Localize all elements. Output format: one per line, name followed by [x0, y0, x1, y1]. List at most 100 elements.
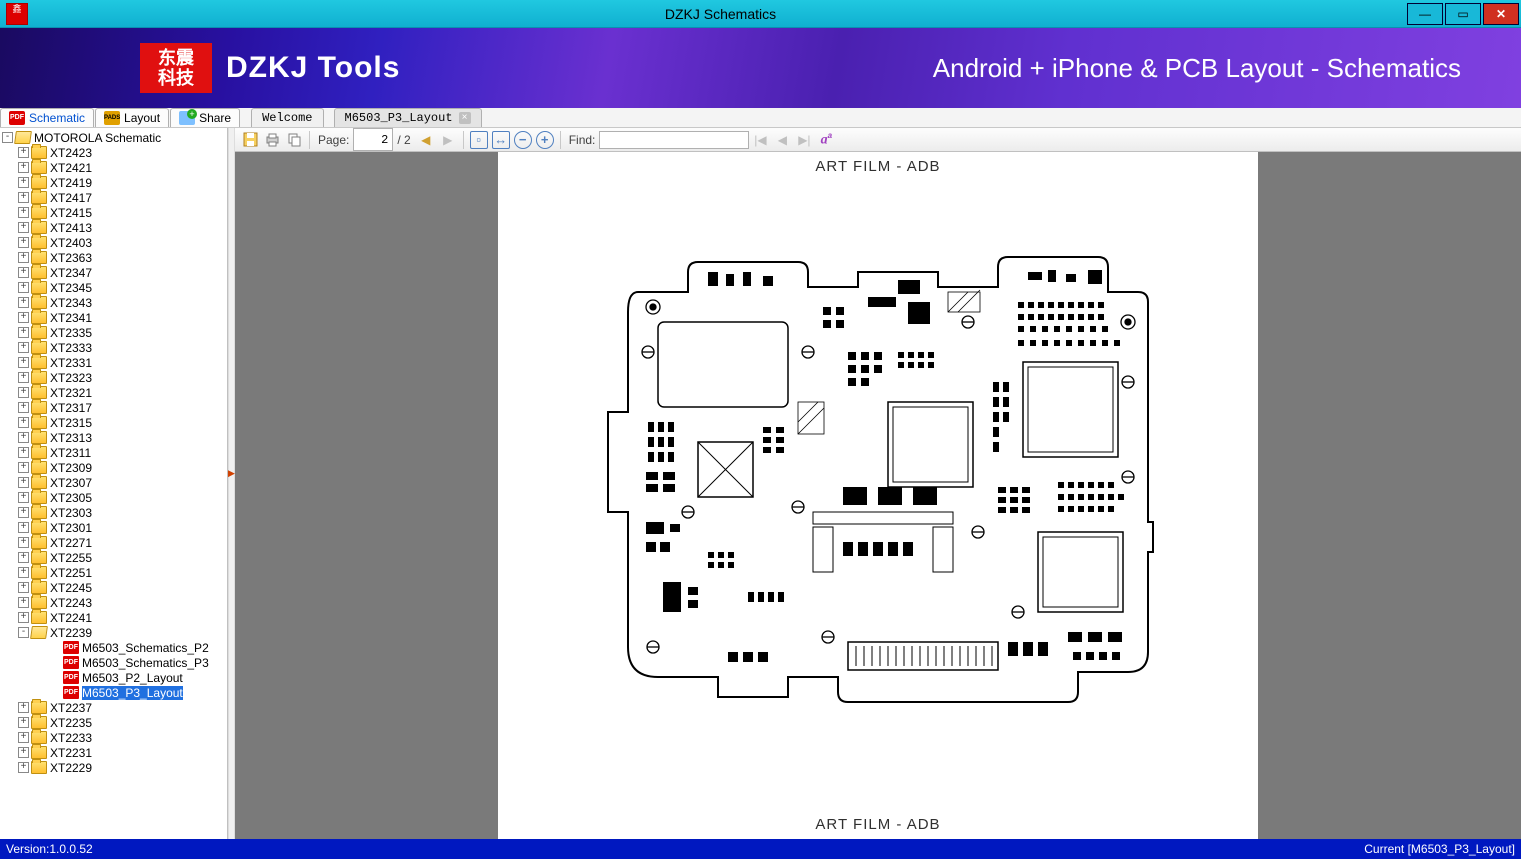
- tree-file[interactable]: PDFM6503_P3_Layout: [0, 685, 227, 700]
- tree-folder[interactable]: +XT2341: [0, 310, 227, 325]
- file-tree[interactable]: -MOTOROLA Schematic+XT2423+XT2421+XT2419…: [0, 128, 227, 839]
- tree-expand-icon[interactable]: +: [18, 402, 29, 413]
- tree-expand-icon[interactable]: +: [18, 507, 29, 518]
- find-prev-button[interactable]: ◀: [772, 130, 792, 150]
- tree-folder[interactable]: +XT2229: [0, 760, 227, 775]
- splitter[interactable]: [228, 128, 235, 839]
- tree-folder[interactable]: +XT2307: [0, 475, 227, 490]
- tree-expand-icon[interactable]: +: [18, 372, 29, 383]
- tree-folder[interactable]: +XT2251: [0, 565, 227, 580]
- tree-expand-icon[interactable]: +: [18, 582, 29, 593]
- fit-page-button[interactable]: ▫: [469, 130, 489, 150]
- copy-button[interactable]: [284, 130, 304, 150]
- tree-expand-icon[interactable]: +: [18, 252, 29, 263]
- tree-folder[interactable]: +XT2321: [0, 385, 227, 400]
- maximize-button[interactable]: ▭: [1445, 3, 1481, 25]
- tree-expand-icon[interactable]: +: [18, 702, 29, 713]
- tree-folder[interactable]: +XT2403: [0, 235, 227, 250]
- tree-folder[interactable]: +XT2305: [0, 490, 227, 505]
- tree-expand-icon[interactable]: +: [18, 732, 29, 743]
- tree-expand-icon[interactable]: +: [18, 522, 29, 533]
- tree-folder[interactable]: -XT2239: [0, 625, 227, 640]
- tree-expand-icon[interactable]: +: [18, 207, 29, 218]
- tree-folder[interactable]: +XT2413: [0, 220, 227, 235]
- tree-expand-icon[interactable]: +: [18, 537, 29, 548]
- tree-expand-icon[interactable]: +: [18, 492, 29, 503]
- next-page-button[interactable]: ▶: [438, 130, 458, 150]
- tree-expand-icon[interactable]: +: [18, 432, 29, 443]
- tree-folder[interactable]: +XT2243: [0, 595, 227, 610]
- tree-folder[interactable]: +XT2313: [0, 430, 227, 445]
- doc-tab[interactable]: M6503_P3_Layout×: [334, 108, 482, 127]
- tree-expand-icon[interactable]: +: [18, 462, 29, 473]
- tree-expand-icon[interactable]: +: [18, 387, 29, 398]
- page-area[interactable]: ART FILM - ADB: [235, 152, 1521, 839]
- tree-folder[interactable]: +XT2303: [0, 505, 227, 520]
- tree-folder[interactable]: +XT2311: [0, 445, 227, 460]
- tree-folder[interactable]: +XT2345: [0, 280, 227, 295]
- tree-expand-icon[interactable]: +: [18, 297, 29, 308]
- tree-folder[interactable]: +XT2323: [0, 370, 227, 385]
- tree-folder[interactable]: +XT2347: [0, 265, 227, 280]
- tree-expand-icon[interactable]: +: [18, 552, 29, 563]
- tree-folder[interactable]: +XT2363: [0, 250, 227, 265]
- tree-expand-icon[interactable]: +: [18, 342, 29, 353]
- save-button[interactable]: [240, 130, 260, 150]
- fit-width-button[interactable]: ↔: [491, 130, 511, 150]
- zoom-in-button[interactable]: +: [535, 130, 555, 150]
- tree-folder[interactable]: +XT2423: [0, 145, 227, 160]
- tree-expand-icon[interactable]: +: [18, 177, 29, 188]
- tree-folder[interactable]: +XT2417: [0, 190, 227, 205]
- text-tool-button[interactable]: aa: [816, 130, 836, 150]
- tree-expand-icon[interactable]: +: [18, 762, 29, 773]
- tree-folder[interactable]: +XT2419: [0, 175, 227, 190]
- tree-folder[interactable]: +XT2235: [0, 715, 227, 730]
- tree-folder[interactable]: +XT2331: [0, 355, 227, 370]
- tree-expand-icon[interactable]: +: [18, 612, 29, 623]
- close-button[interactable]: ✕: [1483, 3, 1519, 25]
- tree-folder[interactable]: +XT2271: [0, 535, 227, 550]
- tree-expand-icon[interactable]: +: [18, 267, 29, 278]
- tree-folder[interactable]: +XT2421: [0, 160, 227, 175]
- tree-folder[interactable]: +XT2233: [0, 730, 227, 745]
- tree-folder[interactable]: +XT2333: [0, 340, 227, 355]
- tree-expand-icon[interactable]: +: [18, 567, 29, 578]
- tree-folder[interactable]: +XT2255: [0, 550, 227, 565]
- find-next-button[interactable]: ▶|: [794, 130, 814, 150]
- tab-share[interactable]: Share: [170, 108, 240, 127]
- tree-folder[interactable]: +XT2317: [0, 400, 227, 415]
- tree-expand-icon[interactable]: +: [18, 357, 29, 368]
- tree-expand-icon[interactable]: +: [18, 717, 29, 728]
- tree-expand-icon[interactable]: +: [18, 222, 29, 233]
- close-tab-icon[interactable]: ×: [459, 112, 471, 124]
- tree-expand-icon[interactable]: +: [18, 417, 29, 428]
- tree-expand-icon[interactable]: +: [18, 477, 29, 488]
- tree-expand-icon[interactable]: +: [18, 282, 29, 293]
- tree-expand-icon[interactable]: +: [18, 162, 29, 173]
- tree-expand-icon[interactable]: +: [18, 597, 29, 608]
- tree-folder[interactable]: +XT2309: [0, 460, 227, 475]
- tab-layout[interactable]: PADS Layout: [95, 108, 169, 127]
- tree-expand-icon[interactable]: -: [2, 132, 13, 143]
- tree-expand-icon[interactable]: +: [18, 237, 29, 248]
- tree-expand-icon[interactable]: +: [18, 192, 29, 203]
- tree-expand-icon[interactable]: +: [18, 147, 29, 158]
- tree-folder[interactable]: +XT2335: [0, 325, 227, 340]
- tree-folder[interactable]: -MOTOROLA Schematic: [0, 130, 227, 145]
- find-input[interactable]: [599, 131, 749, 149]
- tree-folder[interactable]: +XT2343: [0, 295, 227, 310]
- tree-folder[interactable]: +XT2237: [0, 700, 227, 715]
- doc-tab[interactable]: Welcome: [251, 108, 323, 127]
- tree-folder[interactable]: +XT2301: [0, 520, 227, 535]
- tree-expand-icon[interactable]: +: [18, 747, 29, 758]
- zoom-out-button[interactable]: −: [513, 130, 533, 150]
- tree-folder[interactable]: +XT2231: [0, 745, 227, 760]
- tree-expand-icon[interactable]: +: [18, 327, 29, 338]
- tree-expand-icon[interactable]: +: [18, 447, 29, 458]
- tree-folder[interactable]: +XT2415: [0, 205, 227, 220]
- tree-file[interactable]: PDFM6503_P2_Layout: [0, 670, 227, 685]
- tree-expand-icon[interactable]: +: [18, 312, 29, 323]
- prev-page-button[interactable]: ◀: [416, 130, 436, 150]
- minimize-button[interactable]: —: [1407, 3, 1443, 25]
- page-input[interactable]: [353, 128, 393, 151]
